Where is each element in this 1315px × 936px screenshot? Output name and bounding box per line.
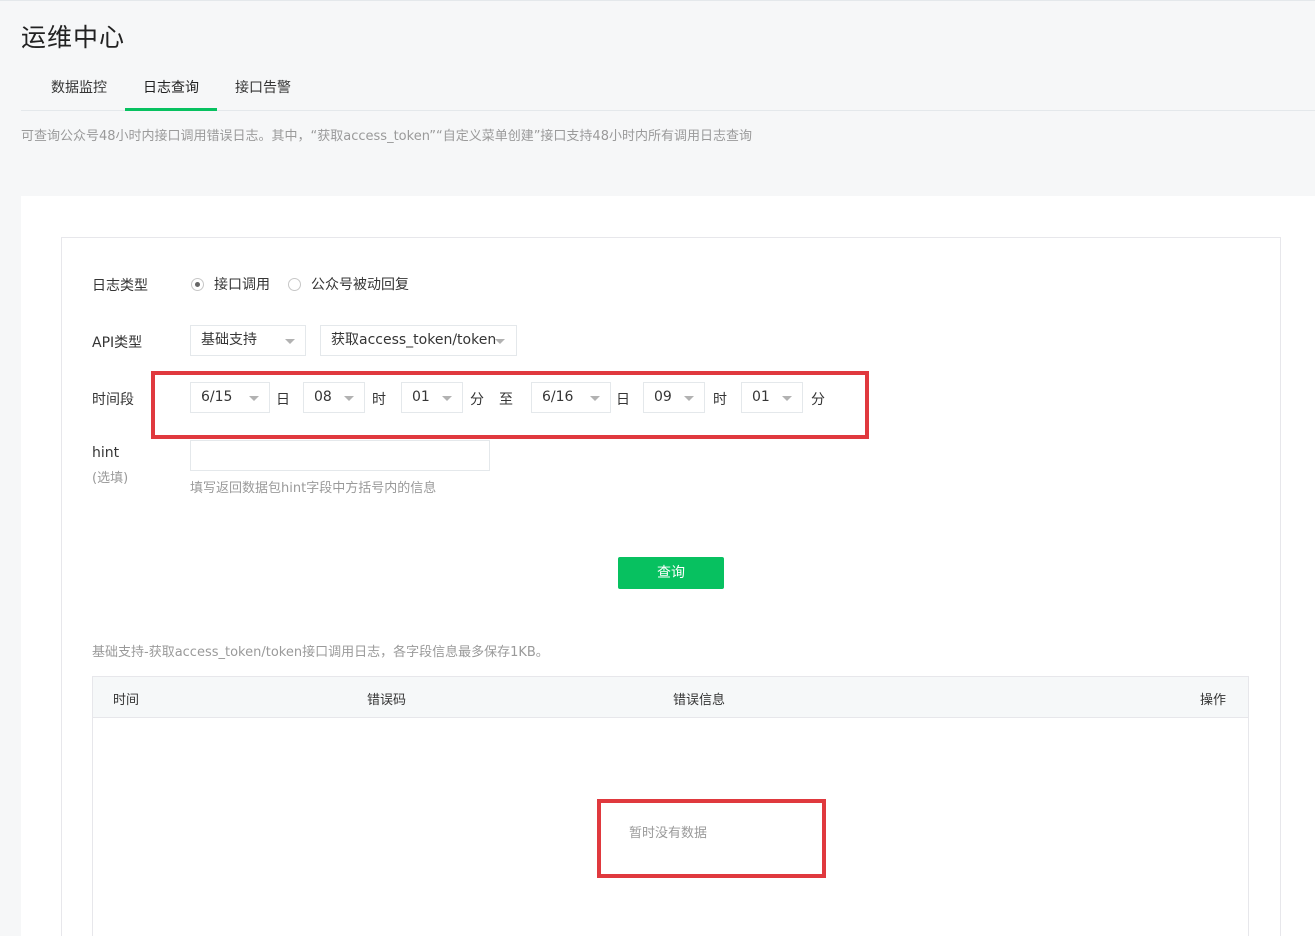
column-header-time: 时间 (113, 693, 140, 708)
radio-passive-reply-label: 公众号被动回复 (311, 277, 409, 293)
highlight-box-empty-state (597, 799, 826, 878)
results-note: 基础支持-获取access_token/token接口调用日志，各字段信息最多保… (92, 645, 549, 660)
radio-api-call[interactable]: 接口调用 (191, 276, 270, 293)
table-header: 时间 错误码 错误信息 操作 (93, 677, 1248, 718)
hint-optional-label: (选填) (92, 471, 129, 486)
radio-checked-icon (191, 277, 204, 291)
log-type-label: 日志类型 (92, 278, 148, 294)
top-divider (0, 0, 1315, 1)
api-category-value: 基础支持 (201, 332, 257, 348)
column-header-error-message: 错误信息 (673, 693, 726, 708)
tab-log-query[interactable]: 日志查询 (125, 68, 217, 111)
chevron-down-icon (495, 339, 505, 344)
api-name-select[interactable]: 获取access_token/token (320, 325, 517, 356)
query-button[interactable]: 查询 (618, 557, 724, 589)
radio-api-call-label: 接口调用 (214, 277, 270, 293)
hint-input[interactable] (190, 440, 490, 471)
chevron-down-icon (285, 339, 295, 344)
tab-bar: 数据监控 日志查询 接口告警 (21, 68, 1315, 111)
api-name-value: 获取access_token/token (331, 332, 497, 348)
radio-passive-reply[interactable]: 公众号被动回复 (288, 276, 409, 293)
tab-data-monitor[interactable]: 数据监控 (43, 68, 115, 111)
api-type-label: API类型 (92, 335, 143, 351)
highlight-box-time-range (151, 371, 869, 439)
page-description: 可查询公众号48小时内接口调用错误日志。其中，“获取access_token”“… (21, 129, 752, 144)
page-title: 运维中心 (21, 23, 126, 52)
column-header-actions: 操作 (1200, 693, 1227, 708)
tab-api-alert[interactable]: 接口告警 (227, 68, 299, 111)
radio-unchecked-icon (288, 277, 301, 291)
hint-help-text: 填写返回数据包hint字段中方括号内的信息 (190, 481, 437, 496)
time-range-label: 时间段 (92, 392, 134, 408)
api-category-select[interactable]: 基础支持 (190, 325, 306, 356)
hint-label: hint (92, 445, 120, 461)
column-header-error-code: 错误码 (367, 693, 407, 708)
